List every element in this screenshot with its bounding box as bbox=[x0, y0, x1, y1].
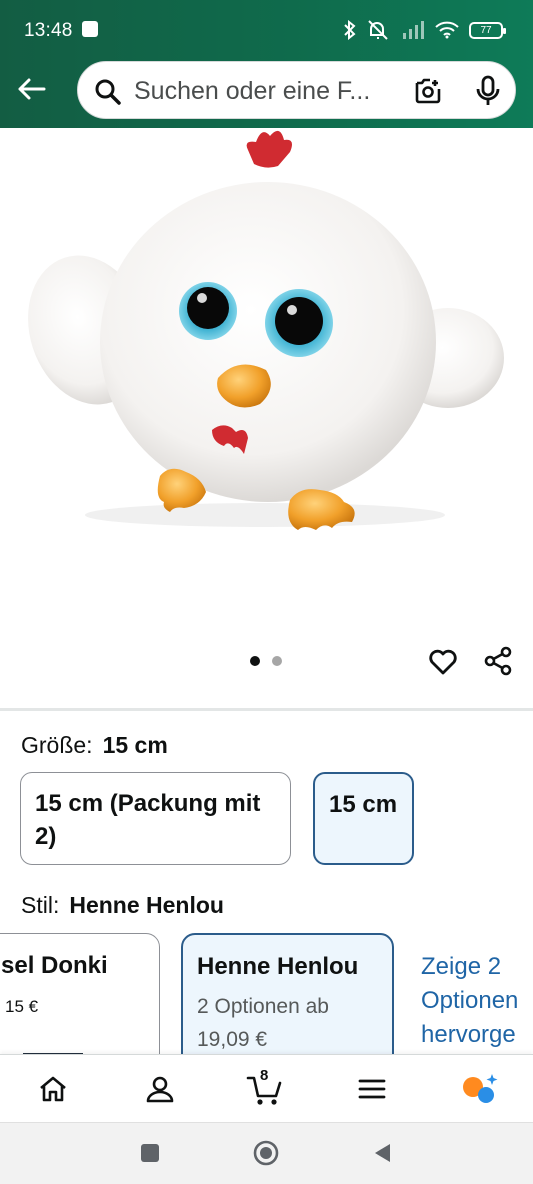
size-selected-value: 15 cm bbox=[102, 732, 168, 758]
style-option-name: sel Donki bbox=[1, 952, 108, 979]
wifi-icon bbox=[435, 21, 459, 39]
share-icon bbox=[484, 646, 512, 676]
home-button-icon[interactable] bbox=[253, 1140, 279, 1166]
back-arrow-icon bbox=[18, 78, 46, 100]
style-option-esel-donki[interactable]: sel Donki 15 € bbox=[0, 933, 160, 1073]
bottom-navigation: 8 bbox=[0, 1054, 533, 1122]
nav-account[interactable] bbox=[140, 1069, 180, 1109]
size-option-label: 15 cm bbox=[329, 791, 398, 818]
battery-level: 77 bbox=[480, 24, 492, 36]
style-option-sub: 2 Optionen ab 19,09 € bbox=[197, 995, 329, 1051]
nav-menu[interactable] bbox=[352, 1069, 392, 1109]
back-button[interactable] bbox=[14, 72, 48, 106]
back-triangle-icon[interactable] bbox=[372, 1142, 392, 1164]
status-time: 13:48 bbox=[24, 20, 73, 41]
size-label-row: Größe: 15 cm bbox=[21, 732, 168, 759]
section-divider bbox=[0, 708, 533, 711]
style-selected-value: Henne Henlou bbox=[69, 892, 224, 918]
show-more-options-link[interactable]: Zeige 2 Optionen hervorge bbox=[421, 950, 533, 1052]
account-icon bbox=[146, 1076, 174, 1103]
gallery-pagination bbox=[250, 656, 282, 666]
app-header: 13:48 77 bbox=[0, 0, 533, 128]
size-option-pack-of-2[interactable]: 15 cm (Packung mit 2) bbox=[20, 772, 291, 865]
gallery-dot-2[interactable] bbox=[272, 656, 282, 666]
cart-count: 8 bbox=[260, 1067, 269, 1084]
notification-icon bbox=[82, 21, 98, 37]
wishlist-button[interactable] bbox=[427, 645, 459, 677]
style-option-name: Henne Henlou bbox=[197, 953, 359, 980]
battery-icon: 77 bbox=[469, 21, 506, 39]
show-more-options-text: Zeige 2 Optionen hervorge bbox=[421, 953, 519, 1048]
rufus-icon bbox=[463, 1074, 498, 1103]
size-option-label: 15 cm (Packung mit 2) bbox=[35, 790, 261, 850]
microphone-icon[interactable] bbox=[475, 75, 501, 107]
style-label-row: Stil: Henne Henlou bbox=[21, 892, 224, 919]
nav-home[interactable] bbox=[33, 1069, 73, 1109]
style-option-henne-henlou[interactable]: Henne Henlou 2 Optionen ab 19,09 € bbox=[181, 933, 394, 1073]
heart-icon bbox=[429, 649, 457, 675]
nav-rufus[interactable] bbox=[460, 1069, 500, 1109]
recents-icon[interactable] bbox=[140, 1143, 160, 1163]
home-icon bbox=[40, 1076, 66, 1102]
menu-icon bbox=[358, 1079, 386, 1099]
nav-cart[interactable]: 8 bbox=[245, 1067, 285, 1109]
plush-chicken-image bbox=[28, 130, 504, 530]
product-image[interactable] bbox=[0, 128, 533, 638]
bluetooth-icon bbox=[344, 20, 356, 40]
share-button[interactable] bbox=[482, 645, 514, 677]
size-label: Größe: bbox=[21, 732, 93, 758]
search-bar[interactable] bbox=[77, 61, 516, 119]
status-icons: 77 bbox=[343, 18, 506, 42]
signal-icon bbox=[403, 21, 424, 39]
gallery-dot-1[interactable] bbox=[250, 656, 260, 666]
camera-icon[interactable] bbox=[413, 75, 443, 105]
size-option-15cm[interactable]: 15 cm bbox=[313, 772, 414, 865]
style-label: Stil: bbox=[21, 892, 60, 918]
search-icon bbox=[95, 79, 121, 105]
system-navigation-bar bbox=[0, 1122, 533, 1184]
style-option-price: 15 € bbox=[5, 997, 39, 1016]
search-input[interactable] bbox=[134, 72, 402, 110]
status-bar: 13:48 77 bbox=[0, 0, 533, 58]
mute-icon bbox=[368, 20, 388, 40]
